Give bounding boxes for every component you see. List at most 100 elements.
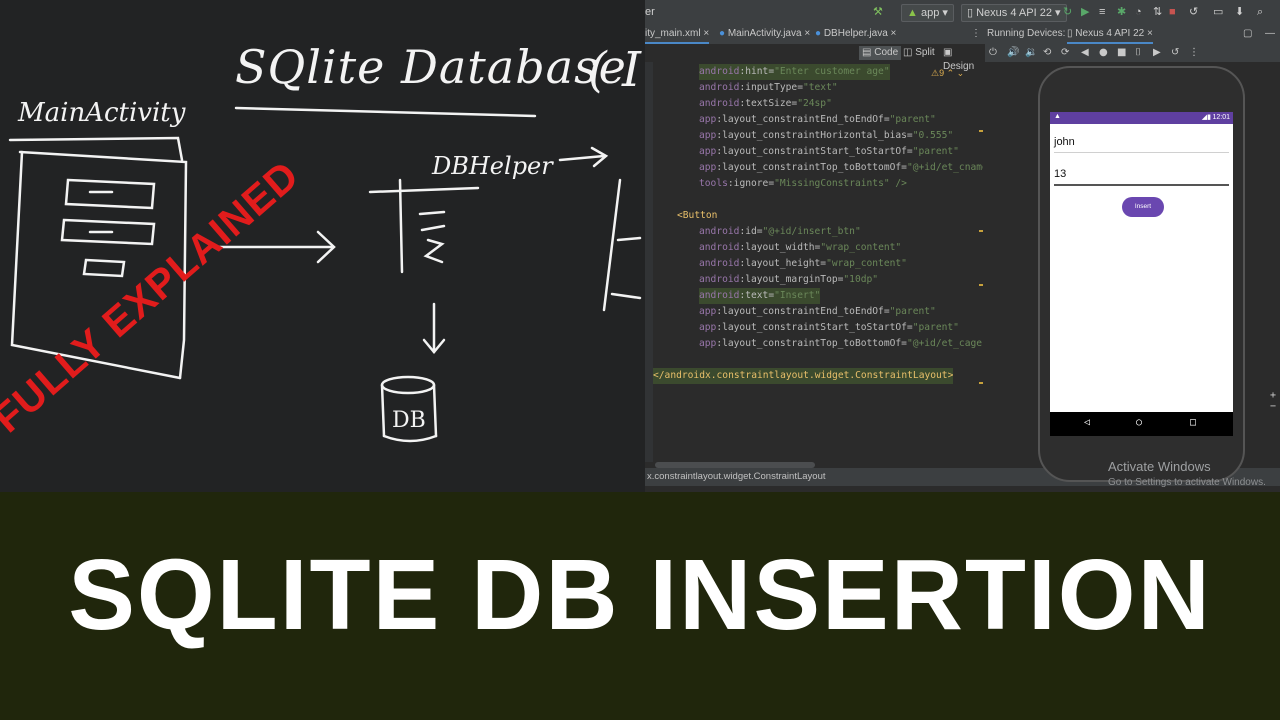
warning-marker[interactable] (979, 130, 983, 132)
insert-button[interactable]: Insert (1122, 197, 1164, 217)
warning-indicator[interactable]: ⚠9 ⌃ ⌄ (931, 68, 964, 79)
avd-icon[interactable]: ▭ (1213, 4, 1223, 20)
tab-label: MainActivity.java (727, 28, 802, 39)
debug-icon[interactable]: ✱ (1117, 4, 1126, 20)
age-field[interactable]: 13 (1054, 168, 1066, 180)
java-file-icon: ● (719, 28, 728, 39)
snapshot-icon[interactable]: ↺ (1171, 47, 1179, 58)
code-line: android:layout_marginTop="10dp" (699, 274, 879, 285)
age-field-underline (1054, 184, 1229, 186)
attach-icon[interactable]: ⇅ (1153, 4, 1162, 20)
code-line: app:layout_constraintTop_toBottomOf="@+i… (699, 162, 983, 173)
tab-activity-main-xml[interactable]: ity_main.xml × (645, 26, 710, 44)
activate-windows-subtitle: Go to Settings to activate Windows. (1108, 477, 1266, 488)
device-select[interactable]: ▯ Nexus 4 API 22 ▾ (961, 4, 1067, 22)
code-line: </androidx.constraintlayout.widget.Const… (653, 368, 954, 384)
device-controls: ⏻ 🔊 🔉 ⟲ ⟳ ◀ ● ■ ⌷ ▶ ↺ ⋮ (985, 44, 1280, 62)
volume-up-icon[interactable]: 🔊 (1007, 47, 1019, 58)
tab-label: DBHelper.java (823, 28, 888, 39)
code-line: app:layout_constraintTop_toBottomOf="@+i… (699, 338, 983, 349)
sdk-icon[interactable]: ⬇ (1235, 4, 1244, 20)
code-line: app:layout_constraintHorizontal_bias="0.… (699, 130, 954, 141)
power-icon[interactable]: ⏻ (989, 47, 997, 58)
ide-toolbar: er ⚒ ▲ app ▾ ▯ Nexus 4 API 22 ▾ ↻ ▶ ≡ ✱ … (645, 0, 1280, 25)
status-time: 12:01 (1212, 114, 1230, 121)
warning-marker[interactable] (979, 230, 983, 232)
running-devices-label: Running Devices: (987, 28, 1066, 39)
screenshot-icon[interactable]: ⌷ (1135, 47, 1141, 58)
run-icon[interactable]: ▶ (1081, 4, 1089, 20)
code-line: app:layout_constraintEnd_toEndOf="parent… (699, 114, 936, 125)
zoom-controls[interactable]: + − (1270, 390, 1280, 412)
code-line: android:layout_height="wrap_content" (699, 258, 907, 269)
tabs-menu-icon[interactable]: ⋮ (971, 26, 981, 42)
run-config-label: app (920, 7, 940, 19)
java-file-icon: ● (815, 28, 824, 39)
signal-icon: ◢▮ (1201, 114, 1211, 121)
android-status-bar: ▲ ◢▮ 12:01 (1050, 112, 1233, 124)
code-line: android:hint="Enter customer age" (699, 64, 890, 80)
rotate-right-icon[interactable]: ⟳ (1061, 47, 1069, 58)
stop-icon[interactable]: ■ (1169, 4, 1176, 20)
hammer-icon[interactable]: ⚒ (873, 4, 883, 20)
code-editor[interactable]: android:hint="Enter customer age" androi… (653, 62, 983, 462)
editor-gutter (645, 62, 653, 462)
code-line: app:layout_constraintEnd_toEndOf="parent… (699, 306, 936, 317)
code-mode-button[interactable]: ▤ Code (859, 46, 902, 60)
editor-mode-bar: ▤ Code ◫ Split ▣ Design (645, 44, 985, 72)
whiteboard-panel: SQlite Database MainActivity DBHelper DB… (0, 0, 645, 492)
whiteboard-dbhelper-label: DBHelper (432, 152, 553, 180)
home-icon[interactable]: ● (1099, 47, 1108, 58)
whiteboard-title: SQlite Database (235, 40, 627, 94)
device-label: Nexus 4 API 22 (976, 7, 1052, 19)
editor-tabs: ity_main.xml × ● MainActivity.java × ● D… (645, 24, 1280, 45)
back-icon[interactable]: ◁ (1084, 417, 1090, 428)
more-options-icon[interactable]: ⋮ (1189, 47, 1199, 58)
warning-count: 9 (939, 68, 945, 78)
rerun-icon[interactable]: ↻ (1063, 4, 1072, 20)
whiteboard-mainactivity-label: MainActivity (18, 98, 186, 128)
overview-icon[interactable]: ■ (1117, 47, 1126, 58)
volume-down-icon[interactable]: 🔉 (1025, 47, 1037, 58)
split-mode-button[interactable]: ◫ Split (903, 46, 935, 60)
rotate-left-icon[interactable]: ⟲ (1043, 47, 1051, 58)
code-line: app:layout_constraintStart_toStartOf="pa… (699, 146, 959, 157)
code-line: tools:ignore="MissingConstraints" /> (699, 178, 907, 189)
whiteboard-paren: ( I (588, 42, 641, 98)
name-field[interactable]: john (1054, 136, 1075, 148)
code-line: android:textSize="24sp" (699, 98, 832, 109)
tab-mainactivity-java[interactable]: ● MainActivity.java × (719, 26, 810, 42)
emulator-device: ▲ ◢▮ 12:01 john 13 Insert ◁ ○ □ (1038, 66, 1245, 482)
design-mode-button[interactable]: ▣ Design (943, 46, 985, 72)
apply-changes-icon[interactable]: ≡ (1099, 4, 1105, 20)
back-icon[interactable]: ◀ (1081, 47, 1089, 58)
search-icon[interactable]: ⌕ (1257, 4, 1263, 20)
name-field-underline (1054, 152, 1229, 153)
android-nav-bar: ◁ ○ □ (1050, 412, 1233, 436)
split-mode-label: Split (915, 47, 935, 58)
code-line: android:id="@+id/insert_btn" (699, 226, 861, 237)
minimize-icon[interactable]: — (1265, 26, 1275, 42)
banner-title: SQLITE DB INSERTION (68, 539, 1212, 651)
emulator-screen: ▲ ◢▮ 12:01 john 13 Insert (1050, 112, 1233, 432)
code-line: <Button (677, 210, 718, 221)
tab-dbhelper-java[interactable]: ● DBHelper.java × (815, 26, 896, 42)
android-icon: ▲ (907, 7, 921, 19)
sync-icon[interactable]: ↺ (1189, 4, 1198, 20)
home-icon[interactable]: ○ (1136, 417, 1142, 428)
device-tab-label: Nexus 4 API 22 (1075, 28, 1145, 39)
code-line: android:layout_width="wrap_content" (699, 242, 902, 253)
record-icon[interactable]: ▶ (1153, 47, 1161, 58)
code-line: app:layout_constraintStart_toStartOf="pa… (699, 322, 959, 333)
run-config-select[interactable]: ▲ app ▾ (901, 4, 954, 22)
toolbar-fragment: er (645, 6, 655, 18)
warning-icon: ▲ (1054, 113, 1061, 120)
window-icon[interactable]: ▢ (1243, 26, 1252, 42)
warning-marker[interactable] (979, 382, 983, 384)
warning-marker[interactable] (979, 284, 983, 286)
recents-icon[interactable]: □ (1190, 417, 1196, 428)
tab-label: ity_main.xml (645, 28, 701, 39)
code-line: android:text="Insert" (699, 288, 821, 304)
tab-device[interactable]: ▯ Nexus 4 API 22 × (1067, 26, 1153, 44)
profile-icon[interactable]: ◔ (1135, 4, 1142, 20)
